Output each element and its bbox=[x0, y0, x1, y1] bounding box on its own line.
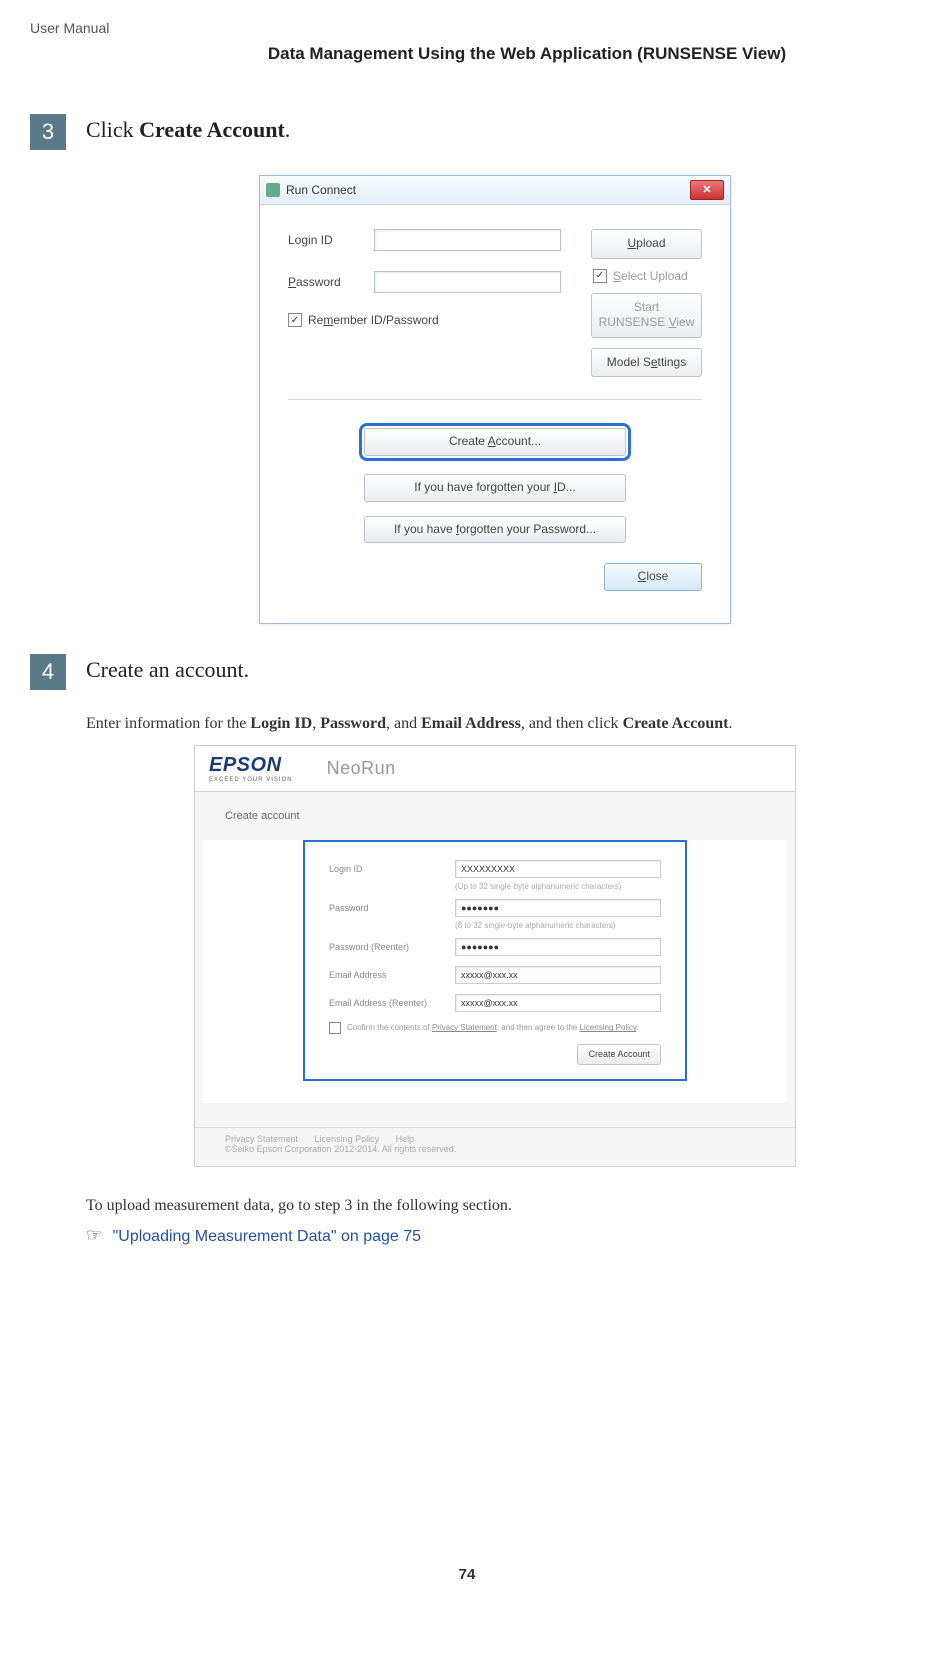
nr-email2-label: Email Address (Reenter) bbox=[329, 998, 439, 1008]
model-settings-button[interactable]: Model Settings bbox=[591, 348, 702, 378]
step3-title-pre: Click bbox=[86, 117, 139, 142]
runconnect-dialog: Run Connect ✕ Login ID Password bbox=[259, 175, 731, 624]
nr-confirm-mid: , and then agree to the bbox=[497, 1023, 580, 1032]
page-number: 74 bbox=[30, 1566, 904, 1583]
step-4-intro: Enter information for the Login ID, Pass… bbox=[86, 715, 904, 733]
create-account-form: Login ID (Up to 32 single-byte alphanume… bbox=[303, 840, 687, 1082]
nr-email-label: Email Address bbox=[329, 970, 439, 980]
runconnect-screenshot: Run Connect ✕ Login ID Password bbox=[86, 175, 904, 624]
create-account-section-label: Create account bbox=[195, 792, 795, 828]
remember-checkbox[interactable]: ✓ bbox=[288, 313, 302, 327]
pointer-icon: ☞ bbox=[86, 1225, 102, 1245]
nr-email-input[interactable] bbox=[455, 966, 661, 984]
footer-copyright: ©Seiko Epson Corporation 2012-2014. All … bbox=[225, 1144, 765, 1154]
dialog-titlebar: Run Connect ✕ bbox=[260, 176, 730, 205]
remember-label: Remember ID/Password bbox=[308, 313, 439, 327]
s4-intro-b4: Create Account bbox=[623, 715, 729, 732]
nr-confirm-checkbox[interactable] bbox=[329, 1022, 341, 1034]
nr-login-input[interactable] bbox=[455, 860, 661, 878]
nr-create-account-button[interactable]: Create Account bbox=[577, 1044, 661, 1066]
section-title: Data Management Using the Web Applicatio… bbox=[30, 44, 904, 64]
nr-password-label: Password bbox=[329, 903, 439, 913]
step-number-4: 4 bbox=[30, 654, 66, 690]
doc-header: User Manual bbox=[30, 20, 904, 36]
upload-button[interactable]: Upload bbox=[591, 229, 702, 259]
s4-intro-post: . bbox=[728, 715, 732, 732]
step3-title-bold: Create Account bbox=[139, 117, 285, 142]
select-upload-checkbox[interactable]: ✓ bbox=[593, 269, 607, 283]
nr-confirm-post: . bbox=[636, 1023, 638, 1032]
step-3: 3 Click Create Account. bbox=[30, 114, 904, 150]
s4-intro-b2: Password bbox=[320, 715, 386, 732]
nr-password2-input[interactable] bbox=[455, 938, 661, 956]
nr-email2-input[interactable] bbox=[455, 994, 661, 1012]
password-input[interactable] bbox=[374, 271, 561, 293]
start-btn-line1: Start bbox=[634, 300, 659, 314]
start-runsense-button[interactable]: Start RUNSENSE View bbox=[591, 293, 702, 338]
footer-privacy-link[interactable]: Privacy Statement bbox=[225, 1134, 298, 1144]
s4-intro-mid2: , and bbox=[386, 715, 421, 732]
nr-password2-label: Password (Reenter) bbox=[329, 942, 439, 952]
neorun-footer: Privacy Statement Licensing Policy Help … bbox=[195, 1127, 795, 1166]
neorun-page: EPSON EXCEED YOUR VISION NeoRun Create a… bbox=[194, 745, 796, 1168]
start-btn-line2: RUNSENSE View bbox=[599, 315, 695, 329]
s4-intro-b1: Login ID bbox=[250, 715, 312, 732]
s4-intro-b3: Email Address bbox=[421, 715, 521, 732]
login-id-label: Login ID bbox=[288, 233, 360, 247]
s4-intro-pre: Enter information for the bbox=[86, 715, 250, 732]
login-id-input[interactable] bbox=[374, 229, 561, 251]
nr-login-label: Login ID bbox=[329, 864, 439, 874]
nr-password-note: (8 to 32 single-byte alphanumeric charac… bbox=[455, 921, 661, 930]
neorun-header: EPSON EXCEED YOUR VISION NeoRun bbox=[195, 746, 795, 792]
step-4: 4 Create an account. bbox=[30, 654, 904, 690]
cross-reference[interactable]: ☞ "Uploading Measurement Data" on page 7… bbox=[86, 1225, 904, 1246]
nr-confirm-pre: Confirm the contents of bbox=[347, 1023, 432, 1032]
nr-privacy-link[interactable]: Privacy Statement bbox=[432, 1023, 497, 1032]
nr-confirm-row: Confirm the contents of Privacy Statemen… bbox=[329, 1022, 661, 1034]
s4-intro-mid3: , and then click bbox=[521, 715, 623, 732]
forgot-id-button[interactable]: If you have forgotten your ID... bbox=[364, 474, 626, 502]
create-account-button[interactable]: Create Account... bbox=[364, 428, 626, 456]
forgot-password-button[interactable]: If you have forgotten your Password... bbox=[364, 516, 626, 544]
s4-intro-mid1: , bbox=[312, 715, 320, 732]
step3-title-post: . bbox=[285, 117, 291, 142]
step-number-3: 3 bbox=[30, 114, 66, 150]
neorun-screenshot: EPSON EXCEED YOUR VISION NeoRun Create a… bbox=[86, 745, 904, 1168]
select-upload-label: Select Upload bbox=[613, 269, 688, 283]
neorun-logo: NeoRun bbox=[327, 758, 396, 779]
nr-password-input[interactable] bbox=[455, 899, 661, 917]
epson-tagline: EXCEED YOUR VISION bbox=[209, 777, 293, 783]
footer-help-link[interactable]: Help bbox=[396, 1134, 415, 1144]
dialog-title: Run Connect bbox=[286, 183, 356, 197]
step-3-title: Click Create Account. bbox=[86, 117, 290, 143]
password-label: Password bbox=[288, 275, 360, 289]
footer-licensing-link[interactable]: Licensing Policy bbox=[315, 1134, 380, 1144]
epson-logo: EPSON bbox=[209, 754, 293, 777]
runner-icon bbox=[266, 183, 280, 197]
nr-licensing-link[interactable]: Licensing Policy bbox=[580, 1023, 637, 1032]
close-icon[interactable]: ✕ bbox=[690, 180, 724, 200]
step-4-title: Create an account. bbox=[86, 657, 249, 683]
nr-login-note: (Up to 32 single-byte alphanumeric chara… bbox=[455, 882, 661, 891]
cross-reference-text: "Uploading Measurement Data" on page 75 bbox=[113, 1228, 421, 1245]
close-button[interactable]: Close bbox=[604, 563, 702, 591]
after-note: To upload measurement data, go to step 3… bbox=[86, 1197, 904, 1215]
